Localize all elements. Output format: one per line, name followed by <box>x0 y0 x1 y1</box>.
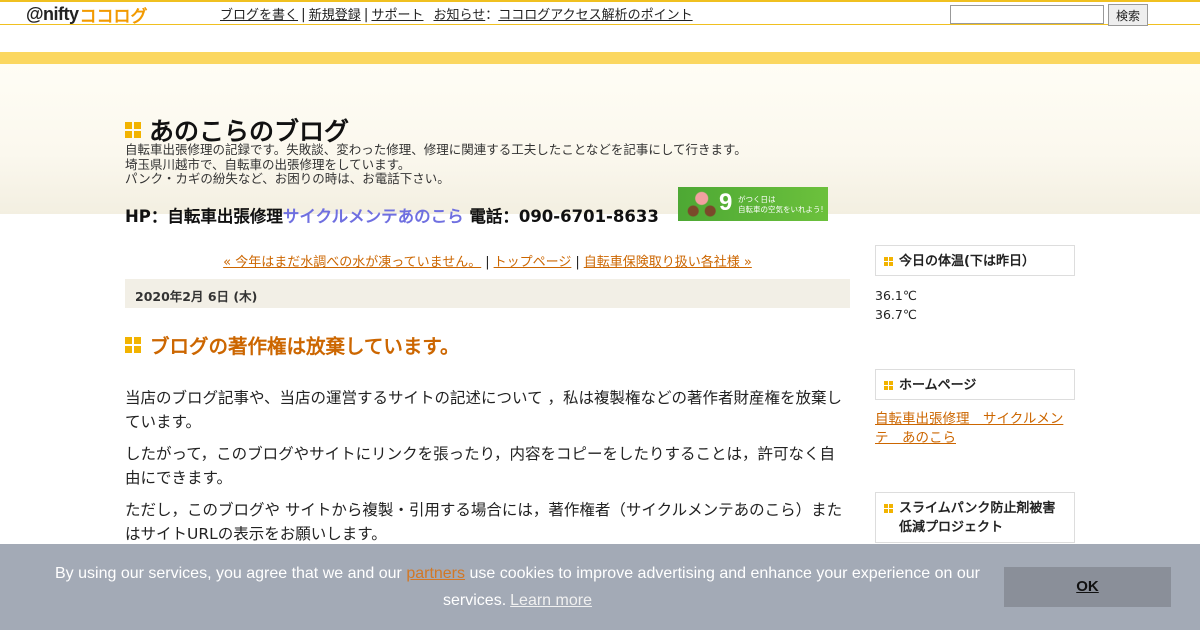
banner-stripe <box>0 52 1200 64</box>
entry-date: 2020年2月 6日 (木) <box>125 279 850 308</box>
blog-description-line: 自転車出張修理の記録です。失敗談、変わった修理、修理に関連する工夫したことなどを… <box>125 142 747 157</box>
bicycle-icon <box>683 190 717 218</box>
top-page-link[interactable]: トップページ <box>494 255 572 270</box>
temperature-yesterday: 36.7℃ <box>875 307 917 322</box>
nav-separator: | <box>363 7 369 23</box>
phone-number: 電話：090-6701-8633 <box>463 207 659 226</box>
entry-square-icon <box>125 336 141 353</box>
entry-navigation: « 今年はまだ水調べの水が凍っていません。 | トップページ | 自転車保険取り扱い各社… <box>125 251 850 270</box>
top-bar: @nifty ココログ ブログを書く | 新規登録 | サポート お知らせ：ココログアクセ… <box>0 0 1200 27</box>
entry-paragraph: ただし，このブログや サイトから複製・引用する場合には，著作権者（サイクルメンテ… <box>125 501 843 543</box>
sidebar-temperature-heading: 今日の体温(下は昨日） <box>875 245 1075 276</box>
heading-square-icon <box>884 381 893 390</box>
title-square-icon <box>125 122 141 138</box>
search-input[interactable] <box>950 5 1104 24</box>
logo-nifty-text: @nifty <box>26 3 79 24</box>
blog-description-line: 埼玉県川越市で、自転車の出張修理をしています。 <box>125 156 411 172</box>
blog-description-line: パンク・カギの紛失など、お困りの時は、お電話下さい。 <box>125 171 450 186</box>
next-entry-link[interactable]: 自転車保険取り扱い各社様 » <box>584 255 752 270</box>
nav-write-blog[interactable]: ブログを書く <box>220 8 298 23</box>
partners-link[interactable]: partners <box>406 565 465 582</box>
sidebar-heading-text: スライムパンク防止剤被害低減プロジェクト <box>899 501 1056 535</box>
top-nav: ブログを書く | 新規登録 | サポート お知らせ：ココログアクセス解析のポイント <box>220 4 693 23</box>
entry-header: ブログの著作権は放棄しています。 <box>125 330 459 359</box>
sidebar-homepage-heading: ホームページ <box>875 369 1075 400</box>
prev-entry-link[interactable]: « 今年はまだ水調べの水が凍っていません。 <box>223 255 481 270</box>
homepage-phone-line: HP：自転車出張修理サイクルメンテあのこら 電話：090-6701-8633 <box>125 203 659 227</box>
entry-paragraph: したがって，このブログやサイトにリンクを張ったり，内容をコピーをしたりすることは… <box>125 445 836 487</box>
homepage-link[interactable]: 自転車出張修理 サイクルメンテ あのこら <box>875 411 1063 446</box>
entry-body: 当店のブログ記事や、当店の運営するサイトの記述について ，私は複製権などの著作者… <box>125 386 850 554</box>
sidebar-homepage-body: 自転車出張修理 サイクルメンテ あのこら <box>875 410 1065 448</box>
sidebar-heading-text: 今日の体温(下は昨日） <box>899 254 1035 269</box>
cookie-text: By using our services, you agree that we… <box>55 565 407 582</box>
learn-more-link[interactable]: Learn more <box>510 592 592 609</box>
temperature-today: 36.1℃ <box>875 288 917 303</box>
cookie-message: By using our services, you agree that we… <box>40 560 995 614</box>
hp-prefix: HP：自転車出張修理 <box>125 207 283 226</box>
nav-separator: | <box>575 255 580 270</box>
sidebar-project-heading: スライムパンク防止剤被害低減プロジェクト <box>875 492 1075 543</box>
nav-news[interactable]: お知らせ <box>433 8 485 23</box>
search-button[interactable]: 検索 <box>1108 4 1148 26</box>
news-colon: ： <box>485 8 499 23</box>
entry-paragraph: 当店のブログ記事や、当店の運営するサイトの記述について ，私は複製権などの著作者… <box>125 389 843 431</box>
promo-number: 9 <box>719 189 733 216</box>
nav-separator: | <box>301 7 306 23</box>
entry-title[interactable]: ブログの著作権は放棄しています。 <box>150 330 459 359</box>
sidebar-heading-text: ホームページ <box>899 378 977 393</box>
nav-separator: | <box>485 255 490 270</box>
nav-support[interactable]: サポート <box>371 8 423 23</box>
heading-square-icon <box>884 504 893 513</box>
sidebar-temperature-values: 36.1℃ 36.7℃ <box>875 286 917 324</box>
nav-news-link[interactable]: ココログアクセス解析のポイント <box>498 8 692 23</box>
heading-square-icon <box>884 257 893 266</box>
promo-banner[interactable]: 9 がつく日は 自転車の空気をいれよう! <box>678 187 828 221</box>
hp-link[interactable]: サイクルメンテあのこら <box>283 207 464 226</box>
cookie-ok-button[interactable]: OK <box>1004 567 1171 607</box>
promo-text: 自転車の空気をいれよう! <box>738 205 824 214</box>
nav-register[interactable]: 新規登録 <box>309 8 361 23</box>
blog-description: 自転車出張修理の記録です。失敗談、変わった修理、修理に関連する工夫したことなどを… <box>125 142 747 187</box>
nifty-cocolog-logo[interactable]: @nifty ココログ <box>26 3 148 27</box>
logo-cocolog-text: ココログ <box>79 6 148 27</box>
